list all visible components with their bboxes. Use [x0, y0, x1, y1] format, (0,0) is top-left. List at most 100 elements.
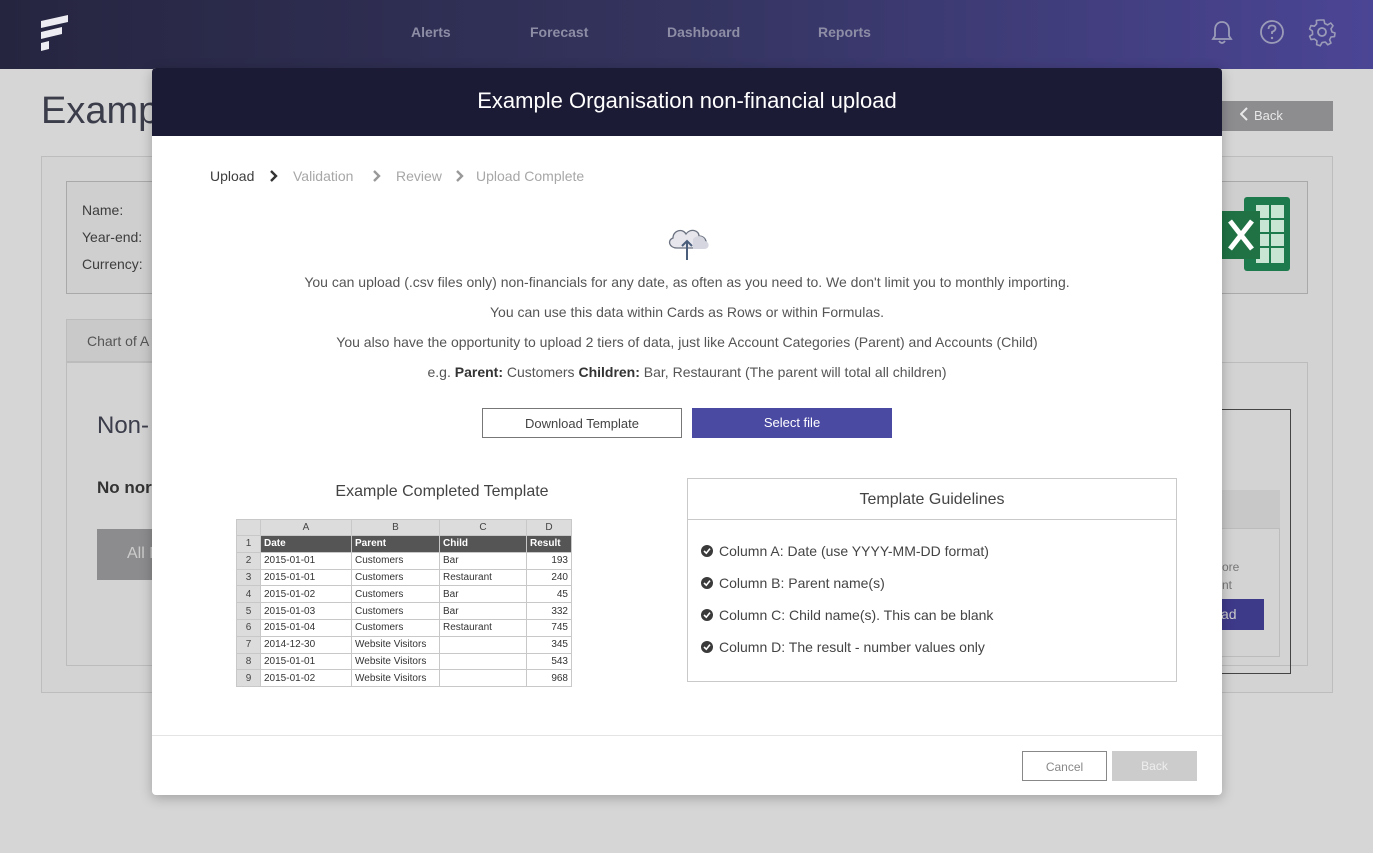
spreadsheet-header-cell: Parent	[351, 535, 440, 553]
spreadsheet-row: 6 2015-01-04 Customers Restaurant 745	[236, 618, 572, 637]
spreadsheet-row-number: 4	[236, 585, 261, 604]
background-card-text-1: ore	[1222, 560, 1240, 574]
spreadsheet-row-number: 7	[236, 635, 261, 654]
guideline-item: Column A: Date (use YYYY-MM-DD format)	[701, 543, 989, 559]
spreadsheet-cell: Restaurant	[439, 568, 527, 587]
spreadsheet-row-number: 6	[236, 618, 261, 637]
spreadsheet-cell: Customers	[351, 618, 440, 637]
cancel-button[interactable]: Cancel	[1022, 751, 1107, 781]
background-card-button[interactable]: ad	[1218, 599, 1264, 630]
spreadsheet-cell: Website Visitors	[351, 652, 440, 671]
excel-icon	[1222, 197, 1290, 271]
spreadsheet-cell: Website Visitors	[351, 669, 440, 688]
spreadsheet-cell: Website Visitors	[351, 635, 440, 654]
spreadsheet-row: 5 2015-01-03 Customers Bar 332	[236, 602, 572, 620]
cloud-upload-icon	[668, 229, 709, 260]
spreadsheet-header-cell: Date	[260, 535, 352, 553]
spreadsheet-cell: 45	[526, 585, 572, 604]
download-template-button[interactable]: Download Template	[482, 408, 682, 438]
step-validation: Validation	[293, 168, 354, 184]
spreadsheet-row: 7 2014-12-30 Website Visitors 345	[236, 635, 572, 654]
spreadsheet-row: 3 2015-01-01 Customers Restaurant 240	[236, 568, 572, 587]
spreadsheet-cell: 193	[526, 551, 572, 570]
nav-dashboard[interactable]: Dashboard	[667, 24, 740, 40]
spreadsheet-cell	[439, 652, 527, 671]
spreadsheet-cell: Bar	[439, 585, 527, 604]
spreadsheet-column-d: D	[526, 519, 572, 536]
guideline-item: Column D: The result - number values onl…	[701, 639, 985, 655]
modal-header: Example Organisation non-financial uploa…	[152, 68, 1222, 136]
spreadsheet-cell: Customers	[351, 585, 440, 604]
check-circle-icon	[701, 609, 713, 621]
check-circle-icon	[701, 577, 713, 589]
spreadsheet-cell: 2015-01-03	[260, 602, 352, 620]
spreadsheet-row: 4 2015-01-02 Customers Bar 45	[236, 585, 572, 604]
info-year-end-label: Year-end:	[82, 229, 143, 245]
example-parent-value: Customers	[506, 364, 575, 380]
background-card-header	[1218, 490, 1280, 529]
nav-reports[interactable]: Reports	[818, 24, 871, 40]
upload-info-line-3: You also have the opportunity to upload …	[336, 334, 1038, 350]
spreadsheet-cell: Restaurant	[439, 618, 527, 637]
chevron-left-icon	[1239, 107, 1248, 124]
spreadsheet-cell: 2015-01-02	[260, 585, 352, 604]
spreadsheet-row-number: 9	[236, 669, 261, 688]
main-nav: Alerts Forecast Dashboard Reports	[0, 0, 1373, 69]
example-prefix: e.g.	[427, 364, 451, 380]
spreadsheet-cell: 745	[526, 618, 572, 637]
spreadsheet-header-cell: Child	[439, 535, 527, 553]
spreadsheet-row-number: 5	[236, 602, 261, 620]
background-subheading: No nor	[97, 478, 152, 497]
bell-icon[interactable]	[1207, 17, 1237, 47]
gear-icon[interactable]	[1307, 17, 1337, 47]
help-icon[interactable]	[1257, 17, 1287, 47]
guideline-text: Column A: Date (use YYYY-MM-DD format)	[719, 543, 989, 559]
background-card-button-label: ad	[1221, 606, 1237, 622]
back-button[interactable]: Back	[1112, 751, 1197, 781]
modal-title: Example Organisation non-financial uploa…	[477, 88, 897, 113]
chevron-right-icon	[270, 170, 278, 182]
check-circle-icon	[701, 641, 713, 653]
example-template-title: Example Completed Template	[335, 483, 549, 500]
chevron-right-icon	[373, 170, 381, 182]
guideline-text: Column D: The result - number values onl…	[719, 639, 985, 655]
spreadsheet-cell: Bar	[439, 551, 527, 570]
example-parent-label: Parent:	[454, 364, 503, 380]
select-file-button[interactable]: Select file	[692, 408, 892, 438]
spreadsheet-cell: 345	[526, 635, 572, 654]
example-children-label: Children:	[578, 364, 640, 380]
step-upload: Upload	[210, 168, 255, 184]
modal-footer-divider	[152, 735, 1222, 736]
spreadsheet-column-a: A	[260, 519, 352, 536]
spreadsheet-corner-cell	[236, 519, 261, 536]
nav-forecast[interactable]: Forecast	[530, 24, 588, 40]
info-currency-label: Currency:	[82, 256, 143, 272]
example-children-value: Bar, Restaurant (The parent will total a…	[643, 364, 947, 380]
guideline-item: Column B: Parent name(s)	[701, 575, 885, 591]
page-back-button[interactable]: Back	[1222, 101, 1333, 131]
upload-info-line-2: You can use this data within Cards as Ro…	[490, 304, 884, 320]
spreadsheet-column-b: B	[351, 519, 440, 536]
spreadsheet-cell: 240	[526, 568, 572, 587]
spreadsheet-row-number: 8	[236, 652, 261, 671]
upload-example-line: e.g. Parent: Customers Children: Bar, Re…	[152, 364, 1222, 380]
check-circle-icon	[701, 545, 713, 557]
guideline-text: Column C: Child name(s). This can be bla…	[719, 607, 994, 623]
spreadsheet-row-number: 2	[236, 551, 261, 570]
spreadsheet-column-header-row: A B C D	[236, 519, 572, 536]
spreadsheet-row-number: 3	[236, 568, 261, 587]
spreadsheet-cell: Bar	[439, 602, 527, 620]
info-name-label: Name:	[82, 202, 124, 218]
spreadsheet-cell: 543	[526, 652, 572, 671]
step-review: Review	[396, 168, 442, 184]
spreadsheet-cell	[439, 635, 527, 654]
chevron-right-icon	[456, 170, 464, 182]
spreadsheet-row: 2 2015-01-01 Customers Bar 193	[236, 551, 572, 570]
spreadsheet-row: 9 2015-01-02 Website Visitors 968	[236, 669, 572, 688]
spreadsheet-cell: 2015-01-01	[260, 652, 352, 671]
spreadsheet-row: 8 2015-01-01 Website Visitors 543	[236, 652, 572, 671]
step-upload-complete: Upload Complete	[476, 168, 585, 184]
nav-alerts[interactable]: Alerts	[411, 24, 451, 40]
upload-modal: Example Organisation non-financial uploa…	[152, 68, 1222, 795]
spreadsheet-row-number: 1	[236, 535, 261, 553]
